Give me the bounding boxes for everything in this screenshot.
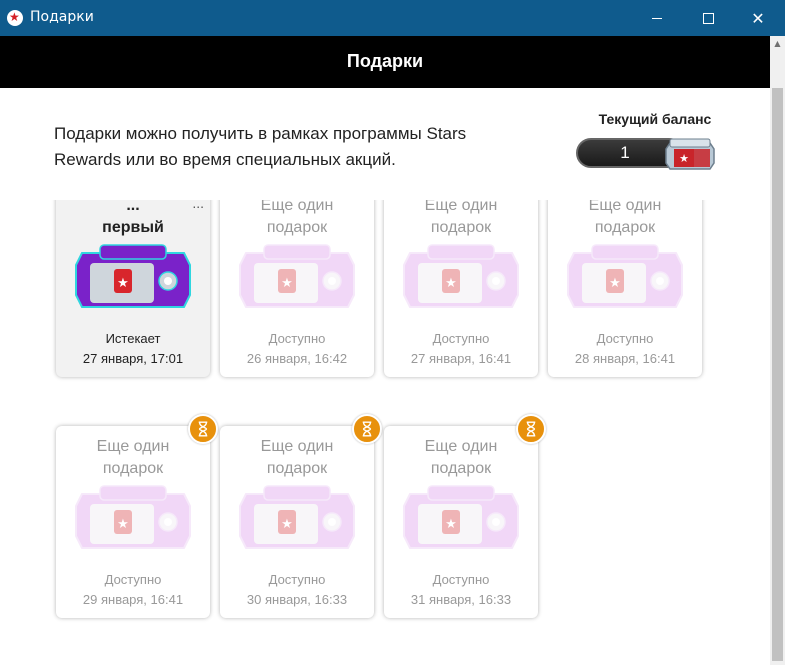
gift-card-title-line2: подарок <box>102 460 164 477</box>
svg-text:★: ★ <box>445 276 457 291</box>
hourglass-icon <box>188 414 218 444</box>
gift-card-status: Доступно <box>432 572 490 587</box>
gift-card-date: 29 января, 16:41 <box>82 592 184 607</box>
gift-chest-icon: ★ <box>74 484 192 554</box>
gift-card-title: Еще один подарок <box>220 436 374 480</box>
gift-card-status: Истекает <box>105 331 161 346</box>
svg-text:★: ★ <box>679 152 689 165</box>
more-options-icon[interactable]: ... <box>192 200 204 211</box>
svg-text:★: ★ <box>117 517 129 532</box>
gift-card-title-line1: Еще один <box>588 200 662 214</box>
gift-card-title-line2: подарок <box>430 460 492 477</box>
gift-card-status: Доступно <box>104 572 162 587</box>
minimize-icon <box>652 17 662 19</box>
gift-card-date: 28 января, 16:41 <box>574 351 676 366</box>
gift-chest-icon: ★ <box>238 243 356 313</box>
hourglass-icon <box>352 414 382 444</box>
gift-card-title: ... первый <box>56 200 210 239</box>
gift-card[interactable]: Еще один подарок ★ Доступно 26 января, 16:… <box>220 200 374 377</box>
scroll-up-arrow-icon[interactable]: ▲ <box>770 36 785 52</box>
gift-card-title: Еще один подарок <box>56 436 210 480</box>
gifts-grid: ... первый... ★ Истекает 27 января, 17:01 Е… <box>0 200 770 665</box>
gift-card-status: Доступно <box>596 331 654 346</box>
gift-chest-icon: ★ <box>74 243 192 313</box>
window-titlebar: Подарки ✕ <box>0 0 785 36</box>
gift-card-title-line2: подарок <box>266 460 328 477</box>
gift-card-title: Еще один подарок <box>384 436 538 480</box>
close-button[interactable]: ✕ <box>735 0 781 36</box>
gift-card-date: 30 января, 16:33 <box>246 592 348 607</box>
gift-card[interactable]: Еще один подарок ★ Доступно 30 января, 16:… <box>220 414 382 618</box>
svg-text:★: ★ <box>117 276 129 291</box>
gift-card-title-line2: подарок <box>430 219 492 236</box>
svg-text:★: ★ <box>281 517 293 532</box>
hourglass-icon <box>516 414 546 444</box>
gift-card[interactable]: Еще один подарок ★ Доступно 28 января, 16:… <box>548 200 702 377</box>
gift-card-title-line2: первый <box>102 219 164 236</box>
balance-label: Текущий баланс <box>598 111 712 127</box>
gift-card-status: Доступно <box>268 572 326 587</box>
gift-card-title-line2: подарок <box>594 219 656 236</box>
pokerstars-logo-icon <box>7 9 23 26</box>
gift-card-title-line1: Еще один <box>260 200 334 214</box>
gift-card-title: Еще один подарок <box>220 200 374 239</box>
gift-card-title-line2: подарок <box>266 219 328 236</box>
gift-chest-icon: ★ <box>402 243 520 313</box>
gift-card-date: 27 января, 17:01 <box>82 351 184 366</box>
gift-chest-icon: ★ <box>566 243 684 313</box>
vertical-scrollbar[interactable]: ▲ <box>770 36 785 665</box>
gift-chest-icon: ★ <box>238 484 356 554</box>
gift-card-status: Доступно <box>268 331 326 346</box>
maximize-button[interactable] <box>685 0 731 36</box>
gift-card-title-line1: Еще один <box>96 438 170 455</box>
maximize-icon <box>702 12 714 24</box>
gift-card[interactable]: ... первый... ★ Истекает 27 января, 17:01 <box>56 200 210 377</box>
gift-card-status: Доступно <box>432 331 490 346</box>
gift-card-date: 31 января, 16:33 <box>410 592 512 607</box>
gift-card[interactable]: Еще один подарок ★ Доступно 29 января, 16:… <box>56 414 218 618</box>
intro-text: Подарки можно получить в рамках программ… <box>54 124 467 169</box>
svg-text:★: ★ <box>609 276 621 291</box>
gift-card-date: 27 января, 16:41 <box>410 351 512 366</box>
gift-card[interactable]: Еще один подарок ★ Доступно 27 января, 16:… <box>384 200 538 377</box>
gift-card-title-line1: Еще один <box>424 200 498 214</box>
close-icon: ✕ <box>751 8 765 28</box>
svg-text:★: ★ <box>445 517 457 532</box>
gift-card-title-line1: Еще один <box>260 438 334 455</box>
gift-chest-icon: ★ <box>402 484 520 554</box>
gift-card-date: 26 января, 16:42 <box>246 351 348 366</box>
window-title: Подарки <box>30 9 94 25</box>
gift-card-title: Еще один подарок <box>548 200 702 239</box>
gift-card[interactable]: Еще один подарок ★ Доступно 31 января, 16:… <box>384 414 546 618</box>
minimize-button[interactable] <box>634 0 680 36</box>
gift-card-title: Еще один подарок <box>384 200 538 239</box>
svg-text:★: ★ <box>281 276 293 291</box>
gift-card-title-line1: Еще один <box>424 438 498 455</box>
scroll-thumb[interactable] <box>772 88 783 661</box>
page-title: Подарки <box>0 36 770 88</box>
gift-card-title-line1: ... <box>126 200 140 214</box>
chest-icon: ★ <box>665 138 715 170</box>
